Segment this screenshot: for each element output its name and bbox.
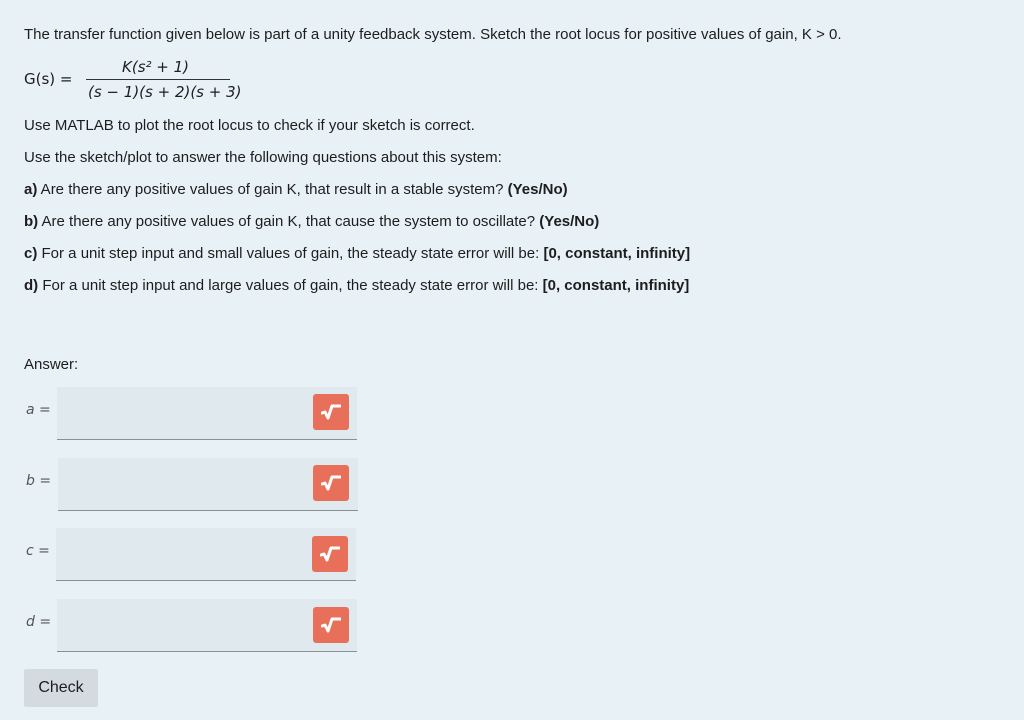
math-input-button-b[interactable]: [313, 465, 349, 501]
question-part-c: c) For a unit step input and small value…: [24, 244, 690, 264]
fraction-bar: [86, 79, 230, 80]
math-input-button-c[interactable]: [312, 536, 348, 572]
formula-denominator: (s − 1)(s + 2)(s + 3): [88, 83, 242, 101]
question-part-d: d) For a unit step input and large value…: [24, 276, 689, 296]
square-root-icon: [321, 617, 341, 633]
question-part-b: b) Are there any positive values of gain…: [24, 212, 599, 232]
formula-numerator: K(s² + 1): [122, 58, 190, 76]
answer-heading: Answer:: [24, 356, 79, 373]
answer-c-input[interactable]: [56, 528, 356, 581]
part-a-label: a): [24, 181, 38, 198]
part-c-options: [0, constant, infinity]: [543, 245, 691, 262]
formula-lhs: G(s) =: [24, 70, 73, 88]
answer-d-input[interactable]: [57, 599, 357, 652]
transfer-function-formula: G(s) = K(s² + 1) (s − 1)(s + 2)(s + 3): [24, 58, 264, 108]
answer-eq-a: =: [39, 402, 51, 418]
part-d-options: [0, constant, infinity]: [542, 277, 690, 294]
answer-eq-c: =: [38, 543, 50, 559]
part-c-text: For a unit step input and small values o…: [37, 245, 544, 262]
part-a-options: (Yes/No): [507, 181, 568, 198]
question-part-a: a) Are there any positive values of gain…: [24, 180, 568, 200]
part-b-label: b): [24, 213, 39, 230]
part-a-text: Are there any positive values of gain K,…: [37, 181, 508, 198]
math-input-button-d[interactable]: [313, 607, 349, 643]
square-root-icon: [321, 404, 341, 420]
answer-row-a-label: a =: [26, 402, 51, 418]
part-d-label: d): [24, 277, 39, 294]
answer-var-a: a: [26, 402, 35, 418]
answer-var-c: c: [26, 543, 34, 559]
answer-eq-d: =: [39, 614, 52, 630]
answer-eq-b: =: [39, 473, 52, 489]
check-button[interactable]: Check: [24, 669, 98, 707]
part-b-options: (Yes/No): [539, 213, 600, 230]
answer-row-c-label: c =: [26, 543, 50, 559]
part-b-text: Are there any positive values of gain K,…: [38, 213, 540, 230]
answer-row-b-label: b =: [26, 473, 51, 489]
square-root-icon: [321, 475, 341, 491]
answer-row-d-label: d =: [26, 614, 51, 630]
matlab-note: Use MATLAB to plot the root locus to che…: [24, 117, 475, 134]
question-intro: The transfer function given below is par…: [24, 26, 842, 43]
answer-var-d: d: [26, 614, 35, 630]
math-input-button-a[interactable]: [313, 394, 349, 430]
part-d-text: For a unit step input and large values o…: [38, 277, 543, 294]
square-root-icon: [320, 546, 340, 562]
part-c-label: c): [24, 245, 38, 262]
answer-var-b: b: [26, 473, 35, 489]
question-instruction: Use the sketch/plot to answer the follow…: [24, 149, 502, 166]
answer-a-input[interactable]: [57, 387, 357, 440]
